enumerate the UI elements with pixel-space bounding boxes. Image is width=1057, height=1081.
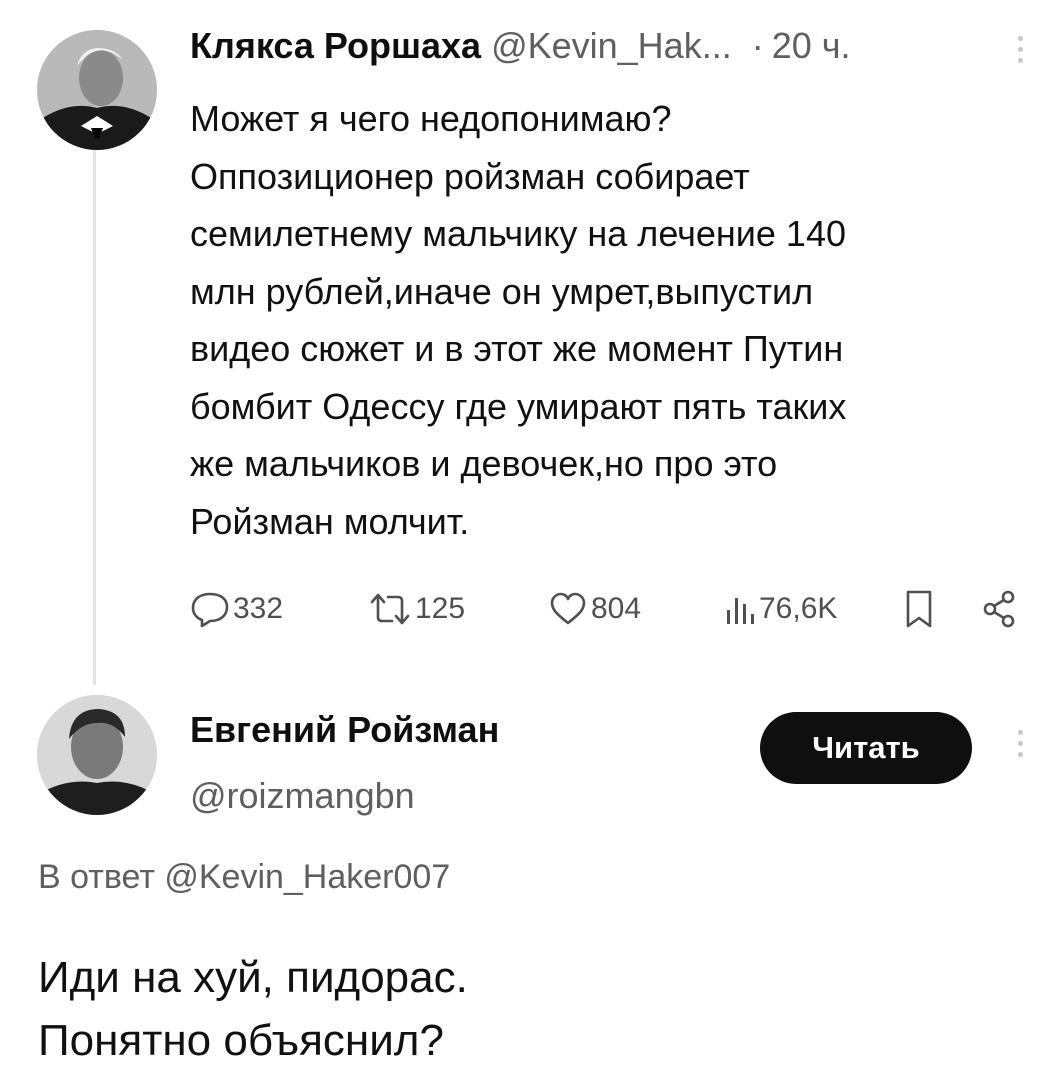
- reply-context[interactable]: В ответ @Kevin_Haker007: [38, 858, 450, 897]
- repost-button[interactable]: 125: [368, 590, 465, 628]
- bookmark-icon: [906, 590, 932, 628]
- share-button[interactable]: [980, 588, 1020, 630]
- repost-icon: [370, 593, 410, 625]
- more-icon[interactable]: [1017, 36, 1023, 63]
- views-button[interactable]: 76,6K: [722, 590, 837, 628]
- views-icon: [727, 598, 754, 624]
- follow-button[interactable]: Читать: [760, 712, 972, 784]
- repost-count: 125: [415, 592, 466, 625]
- share-icon: [983, 590, 1015, 628]
- thread-line: [93, 150, 96, 685]
- avatar[interactable]: [37, 695, 157, 815]
- reply-header: Евгений Ройзман @roizmangbn: [190, 708, 499, 818]
- tweet-actions: 332 125 804 76,6K: [190, 588, 1030, 632]
- bookmark-button[interactable]: [902, 588, 936, 630]
- reply-author-name[interactable]: Евгений Ройзман: [190, 708, 499, 752]
- tweet-header: Клякса Роршаха @Kevin_Hak... · 20 ч.: [190, 26, 1017, 66]
- avatar[interactable]: [37, 30, 157, 150]
- reply-button[interactable]: 332: [190, 590, 283, 628]
- reply-count: 332: [233, 592, 284, 625]
- timestamp[interactable]: 20 ч.: [772, 25, 851, 66]
- avatar-photo: [37, 30, 157, 150]
- author-handle[interactable]: @Kevin_Hak...: [491, 25, 732, 66]
- like-button[interactable]: 804: [548, 590, 641, 628]
- like-icon: [550, 592, 586, 625]
- more-icon[interactable]: [1017, 730, 1023, 757]
- separator-dot: ·: [751, 25, 764, 66]
- reply-icon: [191, 592, 229, 628]
- tweet-text: Может я чего недопонимаю? Оппозиционер р…: [190, 98, 847, 542]
- reply-text: Иди на хуй, пидорас. Понятно объяснил?: [38, 953, 468, 1065]
- like-count: 804: [591, 592, 642, 625]
- reply-author-handle[interactable]: @roizmangbn: [190, 774, 499, 818]
- avatar-photo: [37, 695, 157, 815]
- author-name[interactable]: Клякса Роршаха: [190, 25, 481, 66]
- views-count: 76,6K: [759, 592, 838, 625]
